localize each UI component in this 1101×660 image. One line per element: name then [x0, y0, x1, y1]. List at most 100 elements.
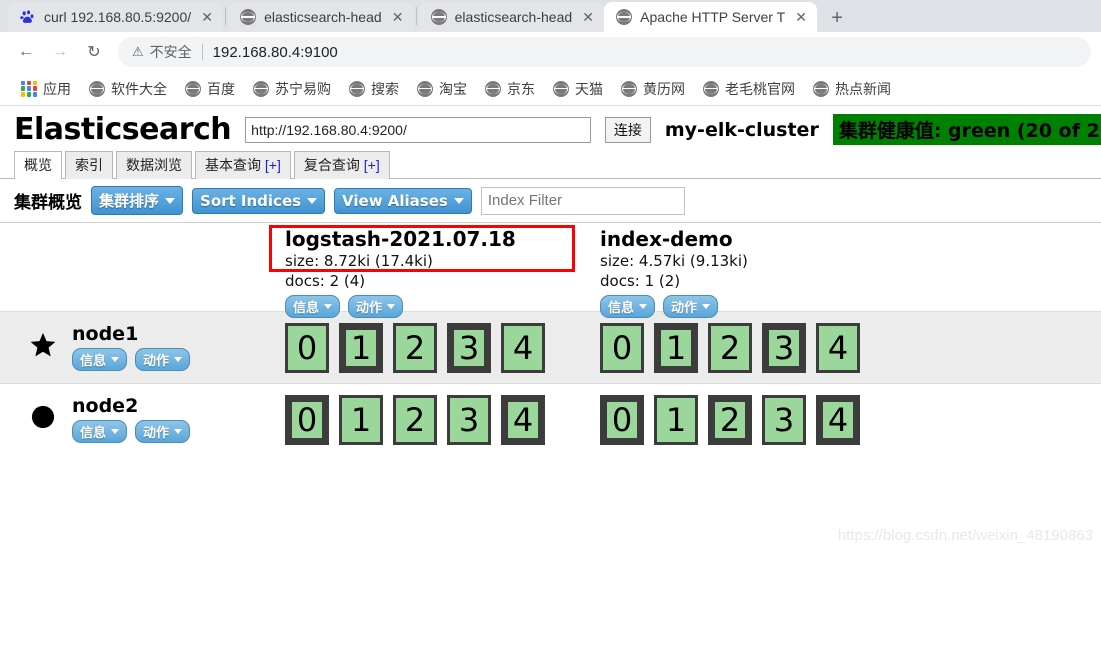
- chevron-down-icon: [165, 197, 176, 204]
- connect-button[interactable]: 连接: [604, 116, 651, 143]
- index-filter-input[interactable]: [480, 186, 685, 215]
- index-name: index-demo: [600, 227, 733, 251]
- shard-cell[interactable]: 3: [762, 394, 806, 445]
- node-action-button[interactable]: 动作: [135, 419, 191, 443]
- shard-cell[interactable]: 4: [816, 394, 860, 445]
- shard-cell[interactable]: 4: [816, 322, 860, 373]
- forward-icon[interactable]: →: [44, 36, 76, 68]
- browser-tab-title: elasticsearch-head: [264, 9, 382, 25]
- tab-overview[interactable]: 概览: [14, 151, 62, 179]
- shard-cell[interactable]: 1: [339, 394, 383, 445]
- sort-cluster-button[interactable]: 集群排序: [91, 186, 184, 215]
- cluster-toolbar: 集群概览 集群排序 Sort Indices View Aliases: [0, 179, 1101, 223]
- bookmark-item[interactable]: 京东: [478, 76, 542, 102]
- bookmark-item[interactable]: 搜索: [342, 76, 406, 102]
- bookmark-item[interactable]: 黄历网: [614, 76, 692, 102]
- globe-icon: [553, 80, 569, 97]
- shard-cell[interactable]: 0: [600, 394, 644, 445]
- bookmark-item[interactable]: 软件大全: [82, 76, 174, 102]
- shard-cell[interactable]: 3: [447, 394, 491, 445]
- browser-chrome: curl 192.168.80.5:9200/ ✕ elasticsearch-…: [0, 0, 1101, 106]
- shard-cell[interactable]: 1: [654, 394, 698, 445]
- close-icon[interactable]: ✕: [390, 9, 406, 26]
- browser-tab-4[interactable]: Apache HTTP Server T ✕: [604, 2, 818, 32]
- index-info-button[interactable]: 信息: [285, 294, 341, 318]
- bookmark-item[interactable]: 淘宝: [410, 76, 474, 102]
- shard-cell[interactable]: 0: [600, 322, 644, 373]
- tab-plus: [+]: [264, 157, 281, 173]
- shard-cell[interactable]: 0: [285, 322, 329, 373]
- star-icon: [28, 331, 58, 364]
- app-logo: Elasticsearch: [14, 112, 232, 147]
- shard-cell[interactable]: 0: [285, 394, 329, 445]
- bookmark-label: 苏宁易购: [275, 80, 331, 97]
- index-card-demo: index-demo size: 4.57ki (9.13ki) docs: 1…: [600, 223, 915, 318]
- tab-indices[interactable]: 索引: [65, 151, 113, 179]
- view-aliases-button[interactable]: View Aliases: [334, 187, 472, 214]
- node-action-button[interactable]: 动作: [135, 347, 191, 371]
- shard-cell[interactable]: 3: [447, 322, 491, 373]
- browser-tab-1[interactable]: curl 192.168.80.5:9200/ ✕: [8, 2, 224, 32]
- index-action-button[interactable]: 动作: [663, 294, 719, 318]
- tab-label: 复合查询: [303, 157, 360, 173]
- tab-basic-query[interactable]: 基本查询 [+]: [195, 151, 291, 179]
- shard-cell[interactable]: 2: [393, 394, 437, 445]
- close-icon[interactable]: ✕: [580, 9, 596, 26]
- pill-label: 动作: [356, 300, 383, 316]
- shard-cell[interactable]: 4: [501, 322, 545, 373]
- shard-cell[interactable]: 1: [339, 322, 383, 373]
- index-action-button[interactable]: 动作: [348, 294, 404, 318]
- tab-divider: [225, 7, 227, 25]
- bookmark-item[interactable]: 天猫: [546, 76, 610, 102]
- browser-tab-3[interactable]: elasticsearch-head ✕: [418, 2, 605, 32]
- tab-composite-query[interactable]: 复合查询 [+]: [293, 151, 390, 179]
- bookmark-apps[interactable]: 应用: [14, 76, 78, 102]
- node-info-button[interactable]: 信息: [72, 347, 128, 371]
- shard-cell[interactable]: 1: [654, 322, 698, 373]
- warning-icon: ⚠: [132, 44, 144, 59]
- tab-label: 基本查询: [205, 157, 261, 173]
- browser-tab-2[interactable]: elasticsearch-head ✕: [228, 2, 414, 32]
- shard-cell[interactable]: 2: [708, 394, 752, 445]
- back-icon[interactable]: ←: [10, 36, 42, 68]
- index-info-button[interactable]: 信息: [600, 294, 656, 318]
- shard-group: 0 1 2 3 4: [285, 322, 600, 373]
- sort-indices-button[interactable]: Sort Indices: [192, 187, 326, 214]
- node-row-node2: node2 信息 动作 0 1 2 3 4 0 1 2 3 4: [0, 383, 1101, 455]
- shard-cell[interactable]: 2: [708, 322, 752, 373]
- node-name: node2: [72, 395, 139, 418]
- tab-data-browse[interactable]: 数据浏览: [116, 151, 192, 179]
- globe-icon: [240, 9, 257, 25]
- app-tabs: 概览 索引 数据浏览 基本查询 [+] 复合查询 [+]: [0, 151, 1101, 179]
- shard-cell[interactable]: 4: [501, 394, 545, 445]
- close-icon[interactable]: ✕: [793, 9, 809, 26]
- chevron-down-icon: [174, 428, 183, 434]
- tab-divider: [415, 7, 417, 25]
- bookmark-item[interactable]: 热点新闻: [806, 76, 898, 102]
- view-aliases-label: View Aliases: [342, 191, 448, 210]
- index-docs: docs: 2 (4): [285, 272, 366, 291]
- shard-cell[interactable]: 3: [762, 322, 806, 373]
- close-icon[interactable]: ✕: [199, 9, 215, 26]
- node-cell: node1 信息 动作: [0, 324, 285, 371]
- bookmarks-bar: 应用 软件大全 百度 苏宁易购 搜索 淘宝 京东 天猫 黄历网 老毛桃官网 热点…: [0, 72, 1101, 106]
- chevron-down-icon: [387, 303, 396, 309]
- index-size: size: 8.72ki (17.4ki): [285, 252, 433, 270]
- shard-cell[interactable]: 2: [393, 322, 437, 373]
- address-bar-url: 192.168.80.4:9100: [212, 43, 338, 61]
- new-tab-button[interactable]: +: [823, 4, 851, 32]
- shard-group: 0 1 2 3 4: [285, 394, 600, 445]
- node-info-button[interactable]: 信息: [72, 419, 128, 443]
- bookmark-label: 天猫: [575, 80, 603, 97]
- chevron-down-icon: [324, 303, 333, 309]
- tab-plus: [+]: [363, 157, 380, 173]
- chevron-down-icon: [453, 197, 464, 204]
- watermark: https://blog.csdn.net/weixin_48190863: [837, 527, 1093, 544]
- bookmark-item[interactable]: 苏宁易购: [246, 76, 338, 102]
- pill-label: 动作: [143, 353, 170, 369]
- cluster-url-input[interactable]: [245, 116, 591, 143]
- address-bar[interactable]: ⚠ 不安全 192.168.80.4:9100: [118, 37, 1091, 67]
- bookmark-item[interactable]: 老毛桃官网: [696, 76, 802, 102]
- reload-icon[interactable]: ↻: [78, 36, 110, 68]
- bookmark-item[interactable]: 百度: [178, 76, 242, 102]
